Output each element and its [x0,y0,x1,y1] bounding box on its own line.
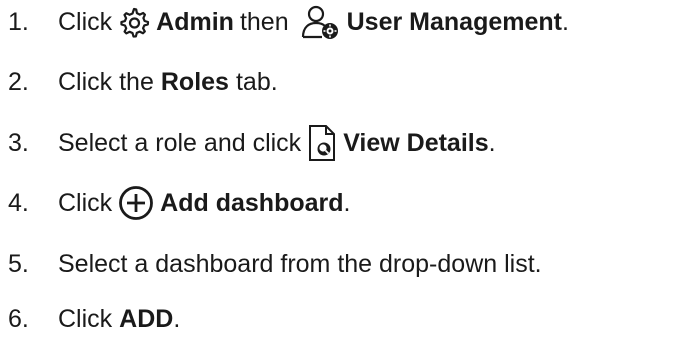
admin-label: Admin [156,7,234,36]
step-number: 2. [8,67,29,96]
step-number: 6. [8,304,29,333]
step-text: tab. [235,67,278,96]
add-dashboard-label: Add dashboard [160,188,344,217]
step-number: 1. [8,7,29,36]
step-text: Click the [58,67,154,96]
step-text: Click [58,304,113,333]
step-text: . [173,304,181,333]
user-settings-icon [301,4,341,40]
step-2: 2. Click the Roles tab. [0,65,278,99]
step-text: Select a dashboard from the drop-down li… [58,249,542,278]
step-text: Click [58,7,113,36]
step-text: . [343,188,351,217]
step-text: . [561,7,569,36]
step-number: 5. [8,249,29,278]
step-number: 4. [8,188,29,217]
step-5: 5. Select a dashboard from the drop-down… [0,247,542,281]
user-management-label: User Management [346,7,562,36]
step-number: 3. [8,128,29,157]
step-1: 1. Click Admin then User Management . [0,4,569,40]
document-search-icon [307,124,337,162]
roles-label: Roles [160,67,229,96]
step-text: . [488,128,496,157]
instruction-list: 1. Click Admin then User Management . 2.… [0,0,690,343]
step-6: 6. Click ADD . [0,302,180,336]
circle-plus-icon [118,185,154,221]
step-text: Click [58,188,113,217]
step-text: then [239,7,289,36]
step-4: 4. Click Add dashboard . [0,183,350,223]
add-label: ADD [119,304,174,333]
gear-icon [118,6,150,38]
view-details-label: View Details [343,128,489,157]
step-3: 3. Select a role and click View Details … [0,122,496,164]
step-text: Select a role and click [58,128,302,157]
